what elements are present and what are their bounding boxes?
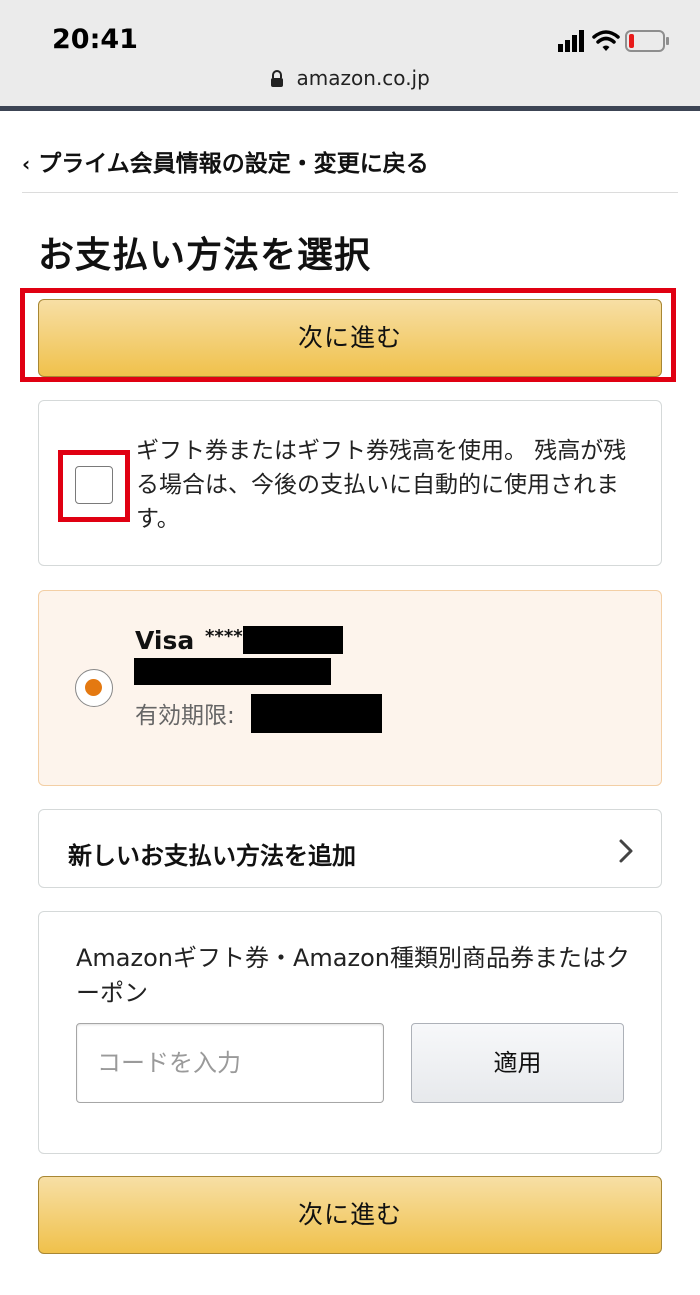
browser-divider bbox=[0, 106, 700, 111]
payment-method-visa[interactable] bbox=[38, 590, 662, 786]
redaction-bar bbox=[251, 694, 382, 733]
signal-icon bbox=[558, 30, 584, 52]
chevron-left-icon: ‹ bbox=[22, 152, 31, 176]
coupon-label: Amazonギフト券・Amazon種類別商品券またはクーポン bbox=[76, 944, 630, 1007]
status-time: 20:41 bbox=[52, 24, 138, 55]
redaction-bar bbox=[134, 658, 331, 685]
highlight-annotation-checkbox bbox=[58, 450, 130, 522]
redaction-bar bbox=[243, 626, 343, 654]
battery-low-icon bbox=[625, 30, 669, 52]
status-icons bbox=[558, 28, 670, 54]
card-brand: Visa bbox=[135, 626, 195, 655]
wifi-icon bbox=[592, 30, 620, 51]
highlight-annotation-next bbox=[20, 288, 676, 382]
url-bar[interactable]: amazon.co.jp bbox=[0, 66, 700, 90]
radio-selected-dot bbox=[85, 679, 102, 696]
back-link[interactable]: ‹ プライム会員情報の設定・変更に戻る bbox=[22, 144, 429, 178]
add-payment-method-label: 新しいお支払い方法を追加 bbox=[68, 842, 356, 870]
page-title: お支払い方法を選択 bbox=[38, 235, 372, 276]
card-masked-number: **** bbox=[205, 626, 243, 647]
chevron-right-icon bbox=[619, 839, 633, 863]
coupon-code-input[interactable] bbox=[76, 1023, 384, 1103]
lock-icon bbox=[271, 70, 284, 87]
status-bar: 20:41 amazon.co.jp bbox=[0, 0, 700, 106]
url-text: amazon.co.jp bbox=[296, 66, 430, 90]
gift-card-checkbox-label: ギフト券またはギフト券残高を使用。 残高が残る場合は、今後の支払いに自動的に使用… bbox=[136, 438, 627, 532]
apply-button[interactable]: 適用 bbox=[411, 1023, 624, 1103]
back-link-label: プライム会員情報の設定・変更に戻る bbox=[38, 151, 429, 177]
payment-method-radio[interactable] bbox=[75, 669, 113, 707]
next-button-bottom[interactable]: 次に進む bbox=[38, 1176, 662, 1254]
card-expiry-label: 有効期限: bbox=[135, 703, 235, 729]
divider bbox=[22, 192, 678, 193]
